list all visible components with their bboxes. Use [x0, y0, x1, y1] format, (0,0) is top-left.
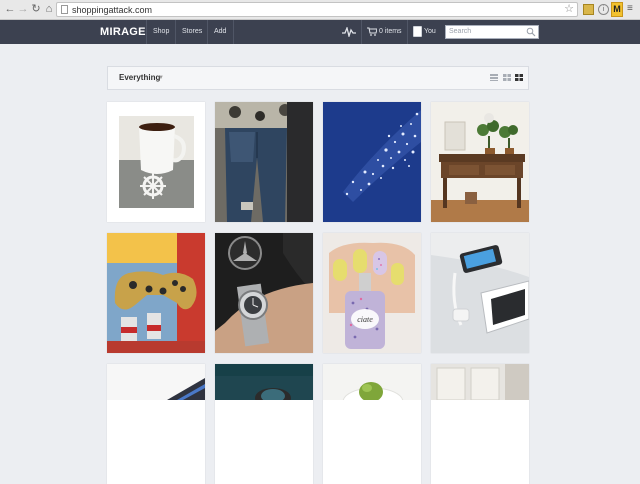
tablet-dock-image: [431, 233, 529, 353]
cart-icon[interactable]: [367, 27, 377, 36]
watch-image: [215, 233, 313, 353]
reload-icon[interactable]: ↻: [30, 3, 42, 16]
product-card-game-controller[interactable]: [107, 233, 205, 353]
home-icon[interactable]: ⌂: [43, 3, 55, 16]
back-arrow-icon[interactable]: ←: [4, 3, 16, 16]
divider: [233, 20, 234, 44]
activity-icon[interactable]: [342, 27, 356, 37]
large-grid-icon[interactable]: [515, 74, 523, 81]
brand-logo[interactable]: MIRAGE: [100, 20, 146, 44]
chevron-down-icon[interactable]: ▼: [158, 67, 164, 89]
product-image: [431, 364, 529, 400]
game-controller-image: [107, 233, 205, 353]
product-card[interactable]: [431, 364, 529, 484]
divider: [361, 20, 362, 44]
product-card-glitter[interactable]: [323, 102, 421, 222]
product-card-tablet-dock[interactable]: [431, 233, 529, 353]
user-menu[interactable]: You: [424, 20, 436, 44]
product-card-console-table[interactable]: [431, 102, 529, 222]
star-icon[interactable]: ☆: [564, 3, 574, 16]
forward-arrow-icon[interactable]: →: [17, 3, 29, 16]
product-card-nail-polish[interactable]: ciate: [323, 233, 421, 353]
nav-add[interactable]: Add: [214, 20, 226, 44]
product-card[interactable]: [215, 364, 313, 484]
product-card[interactable]: [107, 364, 205, 484]
nav-stores[interactable]: Stores: [182, 20, 202, 44]
search-input[interactable]: Search: [445, 25, 539, 39]
divider: [407, 20, 408, 44]
product-image: [323, 364, 421, 400]
divider: [146, 20, 147, 44]
divider: [207, 20, 208, 44]
nail-polish-image: ciate: [323, 233, 421, 353]
url-text: shoppingattack.com: [72, 5, 153, 15]
product-image: [215, 364, 313, 400]
site-header: MIRAGE Shop Stores Add 0 items You Searc…: [0, 20, 640, 44]
product-card[interactable]: [323, 364, 421, 484]
product-card-teacup[interactable]: [107, 102, 205, 222]
search-placeholder: Search: [449, 28, 472, 35]
svg-text:ciate: ciate: [357, 315, 373, 324]
console-table-image: [431, 102, 529, 222]
product-image: [107, 364, 205, 400]
teacup-image: [107, 102, 205, 222]
extension-icon[interactable]: [583, 4, 594, 15]
address-bar[interactable]: shoppingattack.com ☆: [56, 2, 578, 17]
cart-count[interactable]: 0 items: [379, 20, 402, 44]
menu-icon[interactable]: ≡: [627, 4, 638, 15]
nav-shop[interactable]: Shop: [153, 20, 169, 44]
browser-toolbar: ← → ↻ ⌂ shoppingattack.com ☆ i M ≡: [0, 0, 640, 20]
divider: [175, 20, 176, 44]
product-card-jeans[interactable]: [215, 102, 313, 222]
filter-bar: Everything ▼: [107, 66, 529, 90]
page-icon: [61, 5, 68, 14]
info-icon[interactable]: i: [598, 4, 609, 15]
jeans-image: [215, 102, 313, 222]
search-icon[interactable]: [526, 27, 536, 37]
list-view-icon[interactable]: [490, 74, 498, 81]
medium-grid-icon[interactable]: [503, 74, 511, 81]
category-filter[interactable]: Everything: [119, 67, 160, 89]
mirage-extension-icon[interactable]: M: [611, 2, 623, 17]
product-card-watch[interactable]: [215, 233, 313, 353]
glitter-image: [323, 102, 421, 222]
avatar[interactable]: [413, 26, 422, 37]
